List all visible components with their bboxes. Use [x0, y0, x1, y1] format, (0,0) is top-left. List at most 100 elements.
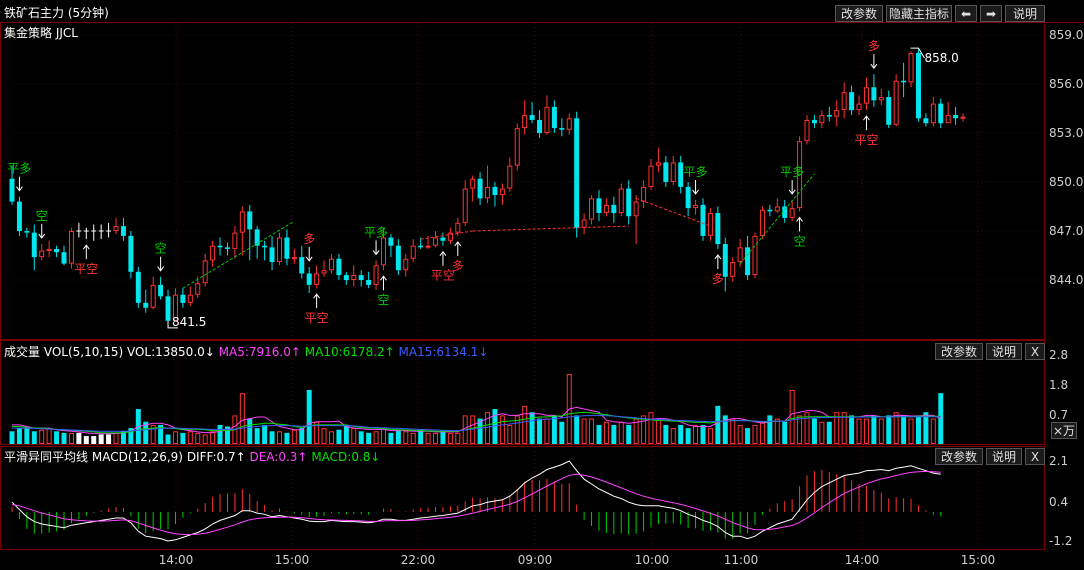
candle[interactable]: [98, 224, 104, 240]
candle[interactable]: [663, 155, 669, 187]
candle[interactable]: [150, 276, 156, 310]
candle[interactable]: [603, 198, 609, 217]
volume-bar[interactable]: [655, 418, 661, 445]
candle[interactable]: [24, 227, 30, 238]
volume-bar[interactable]: [559, 421, 565, 444]
candle[interactable]: [655, 147, 661, 173]
volume-bar[interactable]: [31, 431, 37, 444]
volume-bar[interactable]: [321, 428, 327, 445]
candle[interactable]: [395, 239, 401, 276]
candle[interactable]: [507, 157, 513, 192]
candle[interactable]: [596, 190, 602, 222]
candle[interactable]: [871, 74, 877, 107]
volume-bar[interactable]: [433, 432, 439, 444]
candle[interactable]: [834, 100, 840, 127]
candle[interactable]: [76, 222, 82, 238]
volume-bar[interactable]: [715, 405, 721, 444]
volume-bar[interactable]: [91, 436, 97, 444]
candle[interactable]: [849, 85, 855, 116]
volume-bar[interactable]: [410, 432, 416, 444]
candle[interactable]: [915, 48, 921, 122]
volume-bar[interactable]: [871, 415, 877, 444]
volume-bar[interactable]: [544, 418, 550, 445]
volume-bar[interactable]: [210, 431, 216, 444]
volume-bar[interactable]: [685, 428, 691, 444]
help-button[interactable]: 说明: [1005, 5, 1045, 22]
candle[interactable]: [618, 183, 624, 217]
candle[interactable]: [187, 286, 193, 307]
candle[interactable]: [328, 253, 334, 274]
candle[interactable]: [343, 271, 349, 285]
candle[interactable]: [403, 253, 409, 277]
arrow-left-icon[interactable]: ⬅: [955, 5, 977, 22]
candle[interactable]: [633, 195, 639, 245]
candle[interactable]: [589, 195, 595, 225]
volume-bar[interactable]: [603, 421, 609, 444]
candle[interactable]: [120, 217, 126, 241]
candle[interactable]: [269, 235, 275, 271]
volume-bar[interactable]: [343, 424, 349, 444]
candle[interactable]: [16, 196, 22, 236]
volume-bar[interactable]: [373, 431, 379, 444]
volume-bar[interactable]: [611, 424, 617, 444]
candle[interactable]: [314, 265, 320, 289]
volume-bar[interactable]: [291, 429, 297, 445]
candle[interactable]: [670, 155, 676, 186]
volume-bar[interactable]: [269, 431, 275, 444]
candle[interactable]: [46, 240, 52, 258]
volume-close-icon[interactable]: X: [1025, 343, 1045, 360]
candle[interactable]: [262, 240, 268, 261]
volume-bar[interactable]: [804, 412, 810, 445]
volume-bar[interactable]: [626, 424, 632, 444]
candle[interactable]: [358, 270, 364, 287]
candle[interactable]: [908, 51, 914, 88]
candle[interactable]: [254, 226, 260, 259]
volume-bar[interactable]: [9, 431, 15, 444]
volume-bar[interactable]: [195, 432, 201, 444]
volume-bar[interactable]: [499, 415, 505, 444]
volume-bar[interactable]: [217, 424, 223, 444]
candle[interactable]: [522, 100, 528, 135]
volume-bar[interactable]: [306, 389, 312, 444]
candle[interactable]: [366, 271, 372, 289]
volume-bar[interactable]: [39, 429, 45, 445]
candle[interactable]: [826, 106, 832, 122]
volume-adjust-params-button[interactable]: 改参数: [935, 343, 983, 360]
candle[interactable]: [767, 204, 773, 217]
volume-bar[interactable]: [589, 418, 595, 445]
hide-main-indicator-button[interactable]: 隐藏主指标: [886, 5, 952, 22]
candle[interactable]: [224, 242, 230, 256]
volume-bar[interactable]: [849, 415, 855, 444]
candle[interactable]: [39, 244, 45, 261]
candle[interactable]: [841, 82, 847, 119]
volume-bar[interactable]: [901, 415, 907, 444]
candle[interactable]: [217, 237, 223, 256]
candle[interactable]: [239, 206, 245, 256]
volume-bar[interactable]: [403, 431, 409, 444]
volume-bar[interactable]: [418, 429, 424, 444]
volume-bar[interactable]: [782, 421, 788, 444]
arrow-right-icon[interactable]: ➡: [980, 5, 1002, 22]
candle[interactable]: [284, 229, 290, 266]
volume-bar[interactable]: [856, 418, 862, 445]
volume-bar[interactable]: [507, 424, 513, 444]
volume-bar[interactable]: [811, 418, 817, 444]
volume-bar[interactable]: [16, 428, 22, 444]
candle[interactable]: [856, 95, 862, 116]
candle[interactable]: [529, 101, 535, 124]
volume-bar[interactable]: [648, 412, 654, 445]
volume-bar[interactable]: [730, 418, 736, 445]
candle[interactable]: [113, 217, 119, 235]
volume-bar[interactable]: [551, 415, 557, 444]
candle[interactable]: [737, 239, 743, 267]
candle[interactable]: [893, 74, 899, 127]
volume-bar[interactable]: [239, 393, 245, 444]
volume-bar[interactable]: [366, 432, 372, 444]
candle[interactable]: [299, 245, 305, 279]
candle[interactable]: [31, 224, 37, 271]
volume-bar[interactable]: [276, 431, 282, 444]
macd-histogram[interactable]: [11, 469, 942, 540]
candle[interactable]: [811, 115, 817, 129]
volume-bar[interactable]: [24, 428, 30, 444]
candle[interactable]: [447, 227, 453, 245]
